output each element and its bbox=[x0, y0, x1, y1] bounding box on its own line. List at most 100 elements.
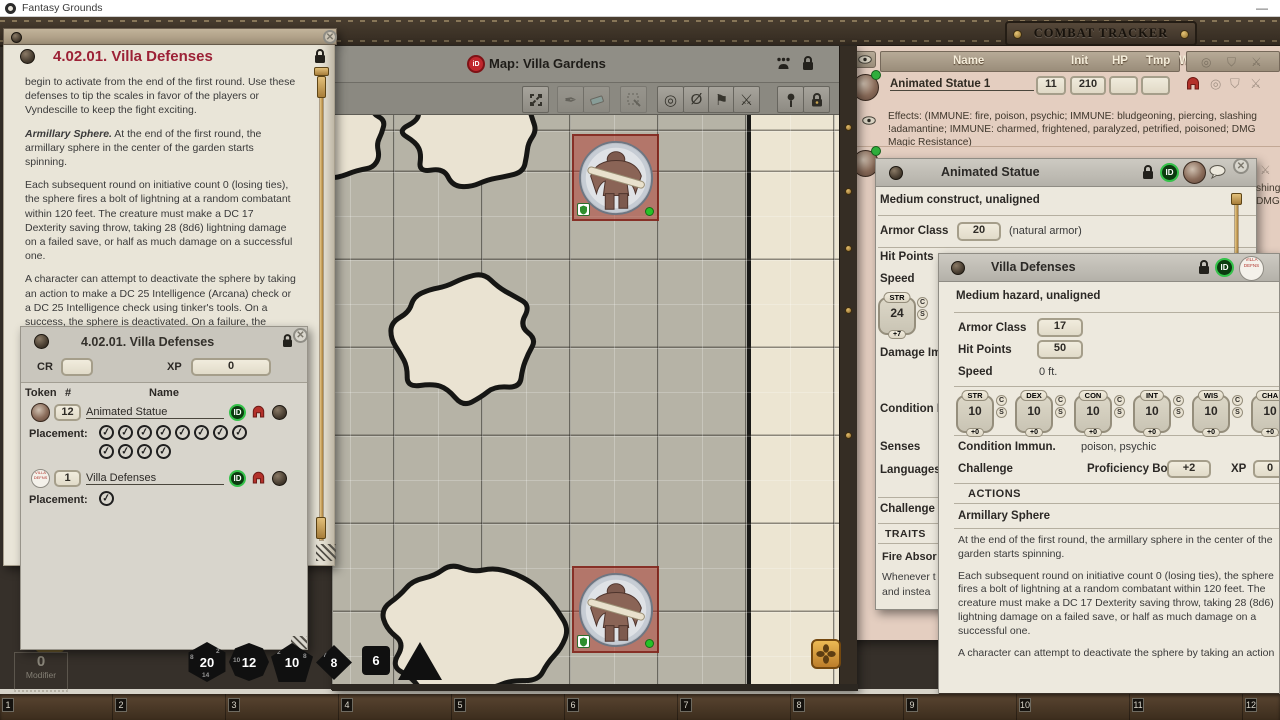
placement-check[interactable]: ✓ bbox=[231, 424, 248, 441]
attack-icon[interactable]: ⚔ bbox=[1250, 76, 1262, 92]
anchor-knob-icon[interactable] bbox=[845, 432, 852, 439]
npc-link[interactable]: Animated Statue bbox=[86, 406, 224, 419]
hotkey-slot-6[interactable]: 6 bbox=[565, 694, 678, 720]
hotkey-slot-2[interactable]: 2 bbox=[113, 694, 226, 720]
cr-field[interactable] bbox=[61, 358, 93, 376]
placement-check[interactable]: ✓ bbox=[98, 443, 115, 460]
placement-check[interactable]: ✓ bbox=[155, 443, 172, 460]
xp-field[interactable]: 0 bbox=[1253, 460, 1280, 478]
check-button[interactable]: C bbox=[1114, 395, 1125, 406]
speech-bubble-icon[interactable] bbox=[1209, 165, 1226, 185]
lock-icon[interactable] bbox=[1197, 259, 1211, 281]
scrollbar[interactable] bbox=[1235, 197, 1238, 257]
close-icon[interactable]: ✕ bbox=[1233, 158, 1249, 174]
hp-field[interactable]: 210 bbox=[1070, 76, 1106, 95]
window-menu-orb[interactable] bbox=[889, 166, 903, 180]
placement-check[interactable]: ✓ bbox=[98, 424, 115, 441]
map-tool-target-button[interactable]: ◎ bbox=[657, 86, 684, 113]
save-button[interactable]: S bbox=[1114, 407, 1125, 418]
placement-check[interactable]: ✓ bbox=[117, 443, 134, 460]
players-icon[interactable] bbox=[775, 57, 792, 75]
hotkey-slot-1[interactable]: 1 bbox=[0, 694, 113, 720]
map-canvas[interactable] bbox=[333, 115, 839, 684]
map-tool-lock-button[interactable] bbox=[803, 86, 830, 113]
map-tool-attack-button[interactable]: ⚔ bbox=[733, 86, 760, 113]
placement-check[interactable]: ✓ bbox=[155, 424, 172, 441]
proficiency-bonus-field[interactable]: +2 bbox=[1167, 460, 1211, 478]
placement-check[interactable]: ✓ bbox=[117, 424, 134, 441]
die-d6[interactable]: 6 bbox=[362, 646, 390, 675]
placement-check[interactable]: ✓ bbox=[98, 490, 115, 507]
sheet-token[interactable] bbox=[1183, 161, 1206, 184]
map-pan-button[interactable] bbox=[811, 639, 841, 669]
placement-check[interactable]: ✓ bbox=[212, 424, 229, 441]
save-button[interactable]: S bbox=[1055, 407, 1066, 418]
count-field[interactable]: 1 bbox=[54, 470, 81, 487]
ability-block-con[interactable]: CON10+0 bbox=[1074, 391, 1112, 433]
lock-icon[interactable] bbox=[801, 55, 815, 77]
placement-check[interactable]: ✓ bbox=[193, 424, 210, 441]
npc-helmet-icon[interactable] bbox=[1185, 74, 1201, 97]
ability-block-cha[interactable]: CHA10+0 bbox=[1251, 391, 1280, 433]
check-button[interactable]: C bbox=[1055, 395, 1066, 406]
targeting-icon[interactable]: ◎ bbox=[1210, 76, 1221, 92]
hotkey-slot-8[interactable]: 8 bbox=[791, 694, 904, 720]
defense-icon[interactable]: ⛉ bbox=[1230, 76, 1240, 92]
hp-field[interactable]: 50 bbox=[1037, 340, 1083, 359]
ability-block-str[interactable]: STR10+0 bbox=[956, 391, 994, 433]
hotkey-slot-9[interactable]: 9 bbox=[904, 694, 1017, 720]
check-button[interactable]: C bbox=[996, 395, 1007, 406]
window-menu-orb[interactable] bbox=[34, 334, 49, 349]
npc-link[interactable]: Villa Defenses bbox=[86, 472, 224, 485]
ac-field[interactable]: 17 bbox=[1037, 318, 1083, 337]
save-button[interactable]: S bbox=[996, 407, 1007, 418]
hotkey-slot-12[interactable]: 12 bbox=[1243, 694, 1280, 720]
tracker-entry-name[interactable]: Animated Statue 1 bbox=[890, 78, 1034, 91]
save-button[interactable]: S bbox=[1232, 407, 1243, 418]
npc-helmet-icon[interactable] bbox=[251, 469, 266, 491]
tmp-field[interactable] bbox=[1109, 76, 1138, 95]
minimize-button[interactable]: — bbox=[1256, 1, 1268, 15]
ability-block-int[interactable]: INT10+0 bbox=[1133, 391, 1171, 433]
resize-grip[interactable] bbox=[316, 544, 336, 561]
close-icon[interactable]: ✕ bbox=[323, 30, 337, 44]
check-button[interactable]: C bbox=[1173, 395, 1184, 406]
map-tool-select-button[interactable] bbox=[620, 86, 647, 113]
hotkey-slot-5[interactable]: 5 bbox=[452, 694, 565, 720]
die-d12[interactable]: 1210 bbox=[229, 643, 269, 681]
anchor-knob-icon[interactable] bbox=[845, 307, 852, 314]
scrollbar[interactable] bbox=[320, 72, 323, 540]
wnd-field[interactable] bbox=[1141, 76, 1170, 95]
map-title-bar[interactable]: iD Map: Villa Gardens bbox=[332, 46, 856, 83]
anchor-knob-icon[interactable] bbox=[845, 188, 852, 195]
id-visibility-badge[interactable]: ID bbox=[229, 404, 246, 421]
hotkey-slot-10[interactable]: 10 bbox=[1017, 694, 1130, 720]
ac-field[interactable]: 20 bbox=[957, 222, 1001, 241]
modifier-stack[interactable]: 0 Modifier bbox=[14, 652, 68, 692]
scrollbar-handle[interactable] bbox=[1231, 193, 1242, 205]
anchor-knob-icon[interactable] bbox=[845, 124, 852, 131]
ability-block-wis[interactable]: WIS10+0 bbox=[1192, 391, 1230, 433]
hotkey-slot-3[interactable]: 3 bbox=[226, 694, 339, 720]
scrollbar-end[interactable] bbox=[316, 517, 326, 539]
anchor-knob-icon[interactable] bbox=[845, 245, 852, 252]
lock-icon[interactable] bbox=[1141, 164, 1155, 186]
menu-orb[interactable] bbox=[272, 405, 287, 420]
save-button[interactable]: S bbox=[1173, 407, 1184, 418]
npc-helmet-icon[interactable] bbox=[251, 403, 266, 425]
window-menu-orb[interactable] bbox=[20, 49, 35, 64]
visibility-toggle-button[interactable] bbox=[854, 51, 876, 68]
window-menu-orb[interactable] bbox=[951, 261, 965, 275]
scrollbar-handle[interactable] bbox=[314, 67, 329, 76]
menu-orb[interactable] bbox=[272, 471, 287, 486]
map-tool-draw-button[interactable]: ✒ bbox=[557, 86, 584, 113]
id-visibility-badge[interactable]: ID bbox=[1215, 258, 1234, 277]
scrollbar-handle[interactable] bbox=[317, 76, 326, 98]
map-tool-eraser-button[interactable] bbox=[583, 86, 610, 113]
hotkey-slot-11[interactable]: 11 bbox=[1130, 694, 1243, 720]
map-tool-expand-button[interactable] bbox=[522, 86, 549, 113]
close-icon[interactable]: ✕ bbox=[293, 328, 308, 343]
map-tool-pin-button[interactable] bbox=[777, 86, 804, 113]
story-window-dragbar[interactable]: ✕ bbox=[3, 28, 337, 45]
window-menu-orb[interactable] bbox=[11, 32, 22, 43]
